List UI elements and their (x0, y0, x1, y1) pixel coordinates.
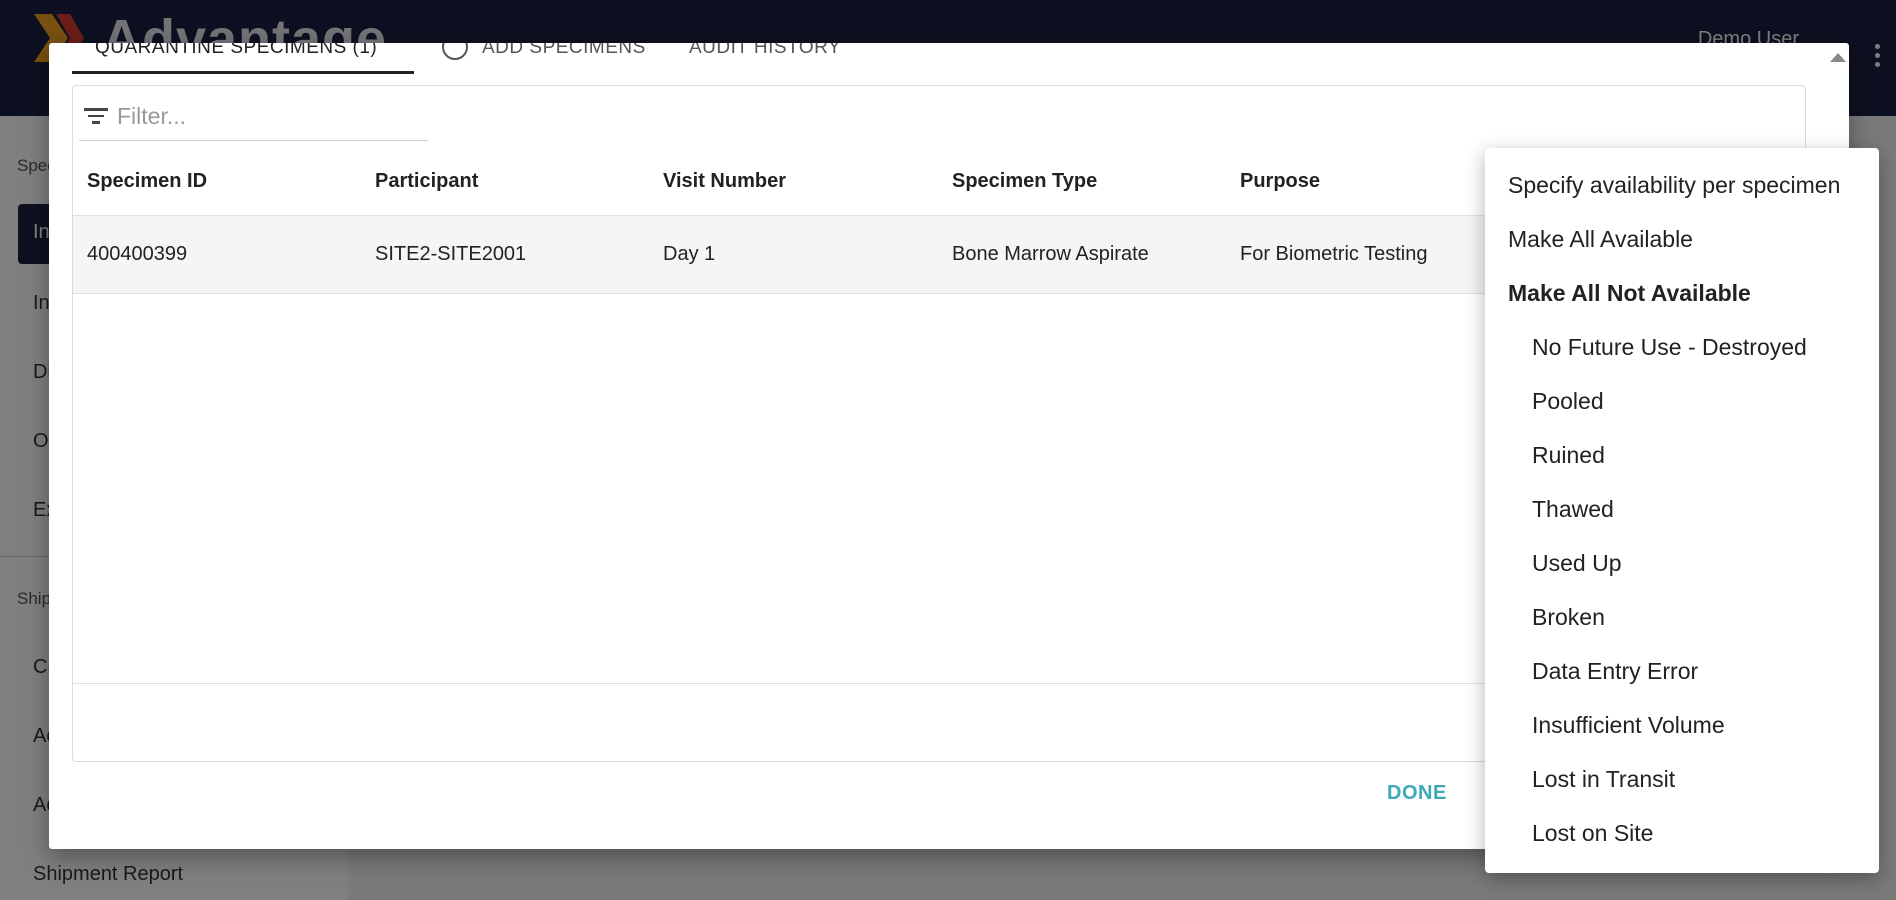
menu-item-broken[interactable]: Broken (1532, 604, 1605, 631)
menu-item-lost-on-site[interactable]: Lost on Site (1532, 820, 1653, 847)
tab-add-specimens[interactable]: ADD SPECIMENS (482, 43, 646, 59)
column-header-specimen-id[interactable]: Specimen ID (87, 170, 207, 193)
menu-item-data-entry-error[interactable]: Data Entry Error (1532, 658, 1698, 685)
filter-field (79, 86, 428, 141)
column-header-specimen-type[interactable]: Specimen Type (952, 170, 1097, 193)
menu-item-specify-per-specimen[interactable]: Specify availability per specimen (1508, 172, 1840, 199)
cell-specimen-id: 400400399 (87, 243, 188, 265)
menu-item-pooled[interactable]: Pooled (1532, 388, 1604, 415)
menu-item-make-all-available[interactable]: Make All Available (1508, 226, 1693, 253)
menu-group-make-all-not-available: Make All Not Available (1508, 280, 1751, 306)
add-circle-icon (442, 43, 468, 60)
filter-icon (83, 108, 109, 126)
column-header-participant[interactable]: Participant (375, 170, 478, 193)
cell-participant: SITE2-SITE2001 (375, 243, 527, 265)
availability-menu: Specify availability per specimen Make A… (1485, 148, 1879, 873)
tab-quarantine-specimens[interactable]: QUARANTINE SPECIMENS (1) (95, 43, 377, 59)
done-button[interactable]: DONE (1387, 782, 1447, 805)
active-tab-indicator (72, 71, 414, 74)
menu-item-used-up[interactable]: Used Up (1532, 550, 1621, 577)
tab-audit-history[interactable]: AUDIT HISTORY (689, 43, 841, 59)
menu-item-lost-in-transit[interactable]: Lost in Transit (1532, 766, 1675, 793)
column-header-purpose[interactable]: Purpose (1240, 170, 1320, 193)
cell-specimen-type: Bone Marrow Aspirate (952, 243, 1149, 265)
menu-item-thawed[interactable]: Thawed (1532, 496, 1614, 523)
cell-purpose: For Biometric Testing (1240, 243, 1428, 265)
cell-visit-number: Day 1 (663, 243, 716, 265)
menu-item-ruined[interactable]: Ruined (1532, 442, 1605, 469)
menu-item-insufficient-volume[interactable]: Insufficient Volume (1532, 712, 1725, 739)
scroll-up-icon[interactable] (1830, 53, 1846, 62)
filter-input[interactable] (115, 98, 419, 134)
menu-item-no-future-use-destroyed[interactable]: No Future Use - Destroyed (1532, 334, 1807, 361)
column-header-visit-number[interactable]: Visit Number (663, 170, 786, 193)
